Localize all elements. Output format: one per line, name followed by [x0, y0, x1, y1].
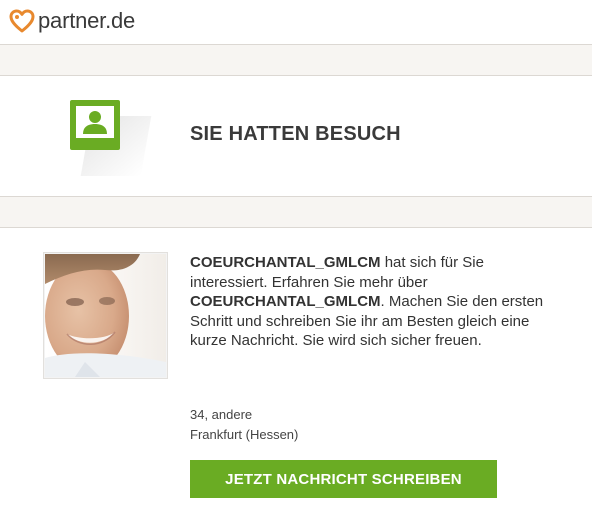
content-top-border — [0, 227, 592, 228]
partner-logo[interactable]: partner.de — [8, 6, 135, 36]
write-message-button[interactable]: JETZT NACHRICHT SCHREIBEN — [190, 460, 497, 498]
middle-band — [0, 197, 592, 227]
header: partner.de — [0, 0, 592, 44]
profile-card-icon — [70, 100, 120, 150]
profile-age-gender: 34, andere — [190, 407, 253, 422]
username-link[interactable]: COEURCHANTAL_GMLCM — [190, 254, 381, 271]
logo-text: partner.de — [38, 8, 136, 33]
profile-meta: 34, andere Frankfurt (Hessen) — [190, 405, 298, 445]
username-link-2[interactable]: COEURCHANTAL_GMLCM — [190, 293, 381, 310]
top-band-border — [0, 44, 592, 45]
heart-icon — [9, 9, 35, 33]
profile-photo-frame[interactable] — [43, 252, 168, 379]
top-band — [0, 44, 592, 76]
profile-photo — [45, 254, 166, 377]
visit-title: SIE HATTEN BESUCH — [190, 123, 401, 145]
profile-location: Frankfurt (Hessen) — [190, 427, 299, 442]
visit-message: COEURCHANTAL_GMLCM hat sich für Sie inte… — [190, 253, 560, 351]
